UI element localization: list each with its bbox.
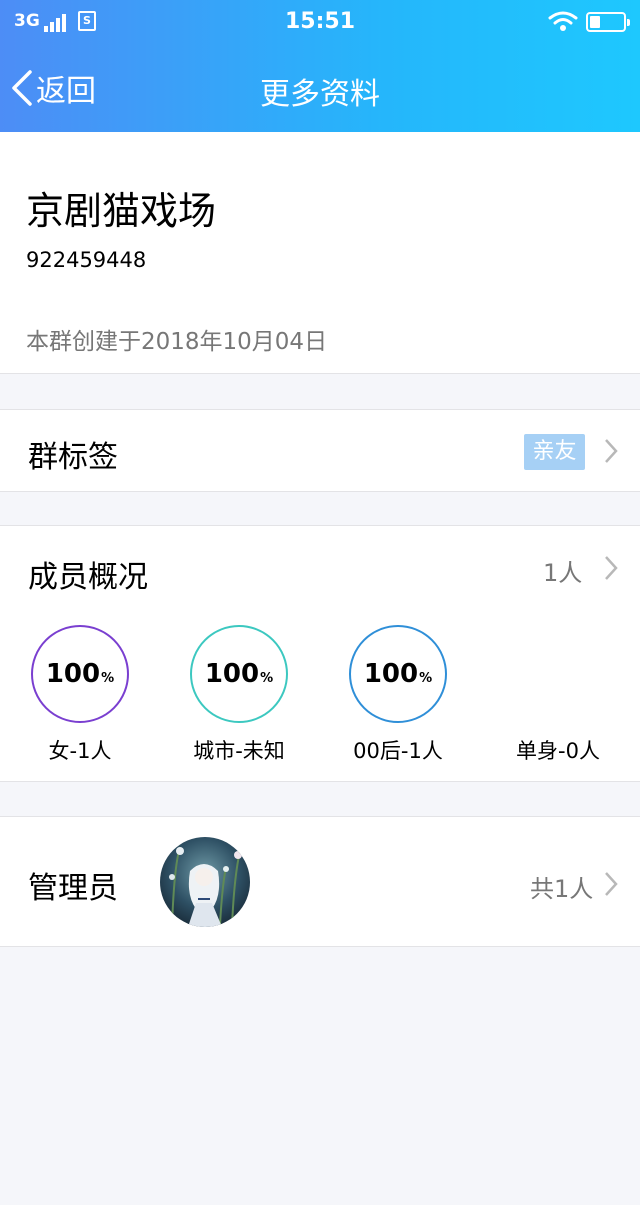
group-name: 京剧猫戏场 <box>26 189 217 233</box>
avatar[interactable] <box>160 837 250 927</box>
group-id: 922459448 <box>26 248 147 272</box>
header: 3G S 15:51 返回 更多资料 <box>0 0 640 132</box>
tag-badge: 亲友 <box>524 434 585 470</box>
created-date: 本群创建于2018年10月04日 <box>26 329 328 355</box>
member-overview-label: 成员概况 <box>28 560 148 595</box>
stat-relationship: 单身-0人 <box>478 607 638 782</box>
avatar-image <box>160 837 250 927</box>
stat-value: 100 <box>45 659 101 689</box>
page-title: 更多资料 <box>260 77 380 112</box>
chevron-right-icon <box>605 872 618 896</box>
wifi-icon <box>548 11 578 31</box>
stat-unit: % <box>260 670 274 686</box>
group-info-card: 京剧猫戏场 922459448 本群创建于2018年10月04日 <box>0 132 640 374</box>
nav-bar: 返回 更多资料 <box>0 44 640 132</box>
stat-city: 100% 城市-未知 <box>159 607 319 782</box>
chevron-right-icon <box>605 556 618 580</box>
group-tag-label: 群标签 <box>28 440 118 475</box>
battery-level <box>590 16 600 28</box>
admin-count: 共1人 <box>530 875 594 903</box>
admin-label: 管理员 <box>28 871 118 906</box>
stat-label: 00后-1人 <box>353 739 443 763</box>
clock: 15:51 <box>284 9 356 34</box>
member-stats: 100% 女-1人 100% 城市-未知 100% 00后-1人 单身-0人 <box>0 607 640 782</box>
stat-label: 城市-未知 <box>193 739 285 763</box>
stat-label: 单身-0人 <box>516 739 600 763</box>
stat-ring: 100% <box>349 625 447 723</box>
stat-label: 女-1人 <box>48 739 112 763</box>
stat-age: 100% 00后-1人 <box>318 607 478 782</box>
stat-ring: 100% <box>31 625 129 723</box>
stat-gender: 100% 女-1人 <box>0 607 160 782</box>
admin-row[interactable]: 管理员 共1人 <box>0 816 640 947</box>
stat-value: 100 <box>363 659 419 689</box>
stat-unit: % <box>419 670 433 686</box>
stat-ring: 100% <box>190 625 288 723</box>
member-overview-row[interactable]: 成员概况 1人 <box>0 525 640 608</box>
member-count: 1人 <box>543 559 583 587</box>
status-bar: 3G S 15:51 <box>0 0 640 44</box>
stat-value: 100 <box>204 659 260 689</box>
group-tag-row[interactable]: 群标签 亲友 <box>0 409 640 492</box>
chevron-right-icon <box>605 439 618 463</box>
stat-unit: % <box>101 670 115 686</box>
battery-icon <box>586 12 630 32</box>
